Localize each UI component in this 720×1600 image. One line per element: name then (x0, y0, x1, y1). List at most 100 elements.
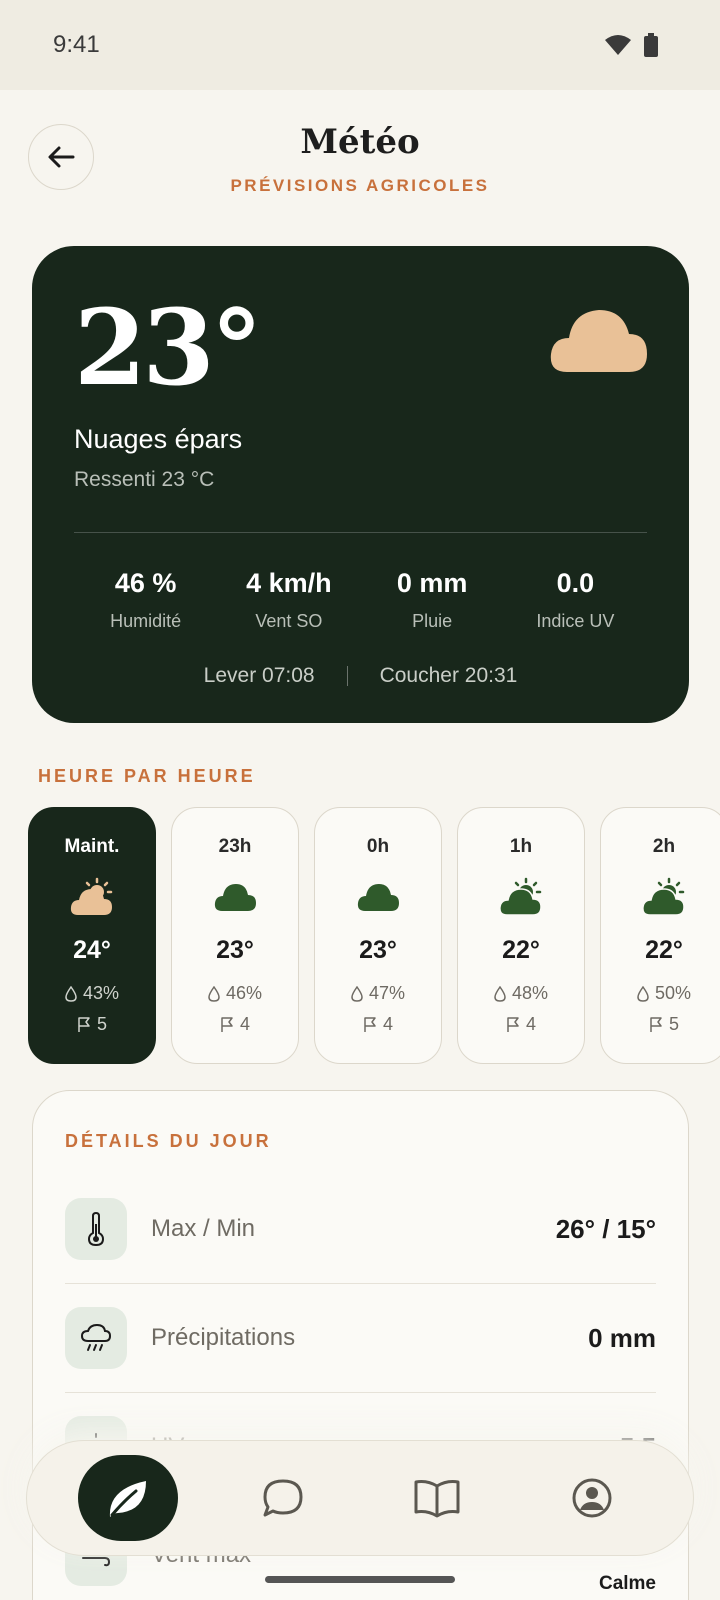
status-time: 9:41 (53, 31, 100, 58)
hour-humidity: 48% (494, 983, 548, 1004)
humidity-value: 47% (368, 983, 406, 1003)
hour-humidity: 46% (208, 983, 262, 1004)
hourly-section-title: HEURE PAR HEURE (38, 766, 256, 786)
stat-label: Indice UV (536, 611, 615, 631)
sunrise: Lever 07:08 (203, 664, 315, 687)
stat-uv: 0.0 Indice UV (504, 568, 647, 632)
divider (74, 532, 647, 533)
stat-value: 4 km/h (246, 568, 332, 598)
hour-temperature: 23° (216, 936, 254, 964)
hour-humidity: 47% (351, 983, 405, 1004)
leaf-icon (110, 1481, 147, 1517)
stat-value: 0 mm (396, 568, 468, 598)
hour-card[interactable]: 2h 22° 50% 5 (600, 807, 720, 1064)
drop-icon (494, 985, 506, 1002)
hour-wind: 5 (649, 1014, 679, 1035)
cloud-icon (213, 872, 257, 922)
stat-label: Pluie (412, 611, 453, 631)
wifi-icon (605, 35, 631, 55)
flag-icon (78, 1016, 90, 1032)
current-stats: 46 % Humidité 4 km/h Vent SO 0 mm Pluie … (74, 568, 647, 632)
detail-row-precipitation: Précipitations 0 mm (65, 1284, 656, 1392)
hour-humidity: 43% (65, 983, 119, 1004)
profile-icon (572, 1478, 612, 1518)
stat-humidity: 46 % Humidité (74, 568, 217, 632)
current-condition: Nuages épars (74, 424, 243, 454)
header: Météo PRÉVISIONS AGRICOLES (0, 90, 720, 240)
nav-profile[interactable] (542, 1455, 642, 1541)
hour-label: 1h (509, 836, 533, 857)
status-bar: 9:41 (0, 0, 720, 90)
humidity-value: 46% (225, 983, 263, 1003)
detail-value: 26° / 15° (555, 1213, 656, 1244)
drop-icon (65, 985, 77, 1002)
flag-icon (221, 1016, 233, 1032)
stat-label: Vent SO (255, 611, 323, 631)
detail-label: Précipitations (151, 1324, 296, 1351)
hour-label: 23h (218, 836, 252, 857)
hour-temperature: 22° (502, 936, 540, 964)
stat-value: 46 % (114, 568, 177, 598)
cloud-icon (356, 872, 400, 922)
nav-library[interactable] (387, 1455, 487, 1541)
hour-label: 2h (652, 836, 676, 857)
hour-card[interactable]: 0h 23° 47% 4 (314, 807, 442, 1064)
divider (346, 666, 348, 686)
drop-icon (637, 985, 649, 1002)
hour-humidity: 50% (637, 983, 691, 1004)
book-icon (414, 1480, 460, 1518)
hourly-list[interactable]: Maint. 24° 43% 5 23h 23° 46% 4 0h 23° 47… (28, 807, 720, 1064)
hour-temperature: 24° (73, 936, 111, 964)
bottom-navigation (26, 1440, 694, 1556)
flag-icon (650, 1016, 662, 1032)
partly-cloudy-icon (69, 872, 115, 922)
sunset: Coucher 20:31 (379, 664, 518, 687)
wind-value: 4 (525, 1014, 536, 1034)
humidity-value: 50% (654, 983, 692, 1003)
stat-wind: 4 km/h Vent SO (217, 568, 360, 632)
partly-cloudy-icon (498, 872, 544, 922)
cloud-icon (549, 304, 649, 379)
detail-row-max-min: Max / Min 26° / 15° (65, 1175, 656, 1283)
detail-value: Calme (598, 1573, 656, 1594)
partly-cloudy-icon (641, 872, 687, 922)
hour-card[interactable]: 1h 22° 48% 4 (457, 807, 585, 1064)
humidity-value: 43% (82, 983, 120, 1003)
drop-icon (208, 985, 220, 1002)
wind-value: 5 (668, 1014, 679, 1034)
hour-temperature: 23° (359, 936, 397, 964)
hour-wind: 4 (220, 1014, 250, 1035)
hour-wind: 4 (363, 1014, 393, 1035)
hour-wind: 4 (506, 1014, 536, 1035)
stat-label: Humidité (110, 611, 182, 631)
nav-weather[interactable] (78, 1455, 179, 1541)
chat-icon (263, 1479, 303, 1517)
sun-times: Lever 07:08 Coucher 20:31 (32, 664, 689, 688)
detail-value: 0 mm (588, 1322, 656, 1353)
hour-label: 0h (366, 836, 390, 857)
detail-label: Max / Min (151, 1215, 256, 1242)
home-indicator[interactable] (265, 1576, 455, 1583)
page-subtitle: PRÉVISIONS AGRICOLES (230, 176, 490, 195)
current-temperature: 23° (74, 286, 263, 409)
hour-card[interactable]: 23h 23° 46% 4 (171, 807, 299, 1064)
hour-wind: 5 (77, 1014, 107, 1035)
stat-value: 0.0 (556, 568, 595, 598)
details-title: DÉTAILS DU JOUR (65, 1131, 272, 1151)
nav-chat[interactable] (233, 1455, 333, 1541)
stat-rain: 0 mm Pluie (361, 568, 504, 632)
wind-value: 5 (96, 1014, 107, 1034)
drop-icon (351, 985, 363, 1002)
rain-cloud-icon (65, 1307, 127, 1369)
thermometer-icon (65, 1198, 127, 1260)
wind-value: 4 (382, 1014, 393, 1034)
feels-like: Ressenti 23 °C (74, 468, 215, 491)
battery-icon (644, 33, 658, 57)
flag-icon (507, 1016, 519, 1032)
hour-temperature: 22° (645, 936, 683, 964)
humidity-value: 48% (511, 983, 549, 1003)
page-title: Météo (300, 122, 420, 162)
flag-icon (364, 1016, 376, 1032)
hour-card[interactable]: Maint. 24° 43% 5 (28, 807, 156, 1064)
status-icons (604, 33, 658, 57)
